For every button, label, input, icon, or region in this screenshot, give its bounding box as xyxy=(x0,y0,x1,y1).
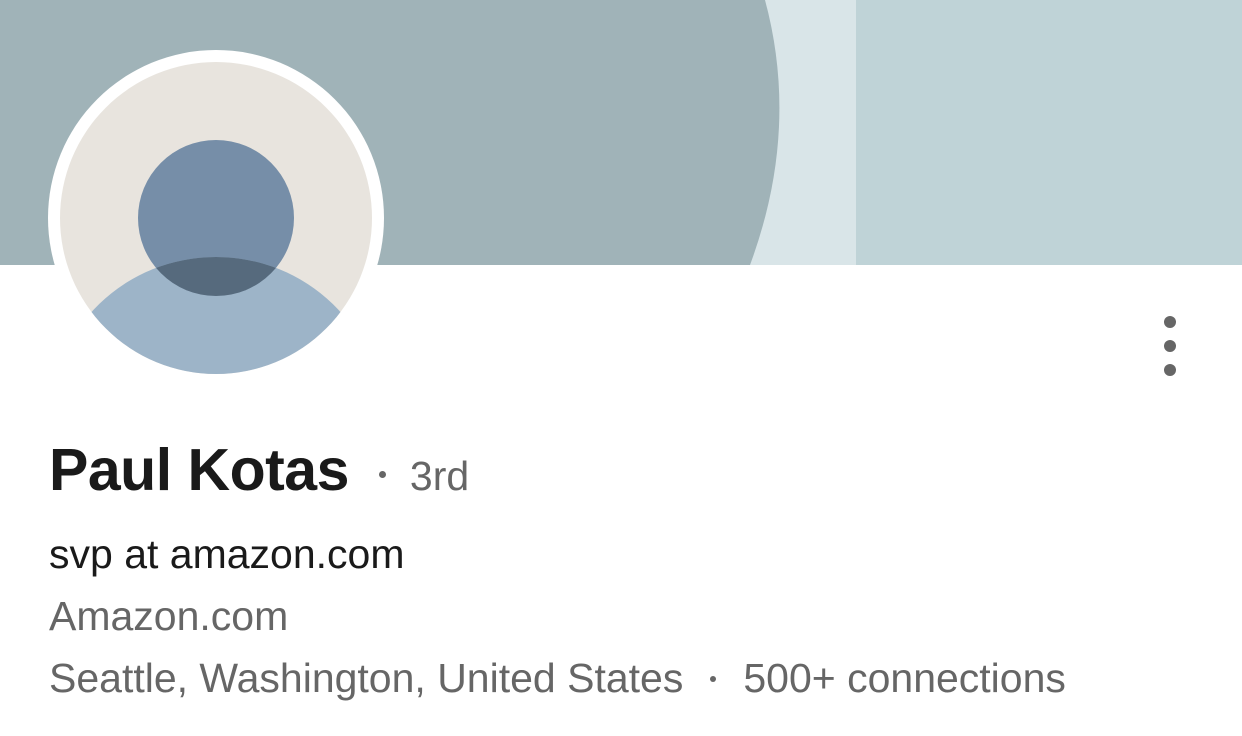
connection-degree-badge: 3rd xyxy=(409,453,470,499)
name-row: Paul Kotas 3rd xyxy=(49,436,469,504)
more-dot xyxy=(1164,340,1176,352)
profile-name: Paul Kotas xyxy=(49,437,349,503)
default-person-icon xyxy=(60,62,372,374)
location-connections-row: Seattle, Washington, United States 500+ … xyxy=(49,655,1066,702)
profile-avatar[interactable] xyxy=(48,50,384,386)
profile-headline: svp at amazon.com xyxy=(49,531,405,577)
connections-count[interactable]: 500+ connections xyxy=(743,655,1066,702)
more-dot xyxy=(1164,316,1176,328)
separator-dot xyxy=(710,676,717,682)
profile-page: Paul Kotas 3rd svp at amazon.com Amazon.… xyxy=(0,0,1242,736)
separator-dot xyxy=(378,471,386,478)
more-options-button[interactable] xyxy=(1148,306,1192,386)
profile-location: Seattle, Washington, United States xyxy=(49,655,684,701)
profile-company[interactable]: Amazon.com xyxy=(49,593,288,640)
more-dot xyxy=(1164,364,1176,376)
